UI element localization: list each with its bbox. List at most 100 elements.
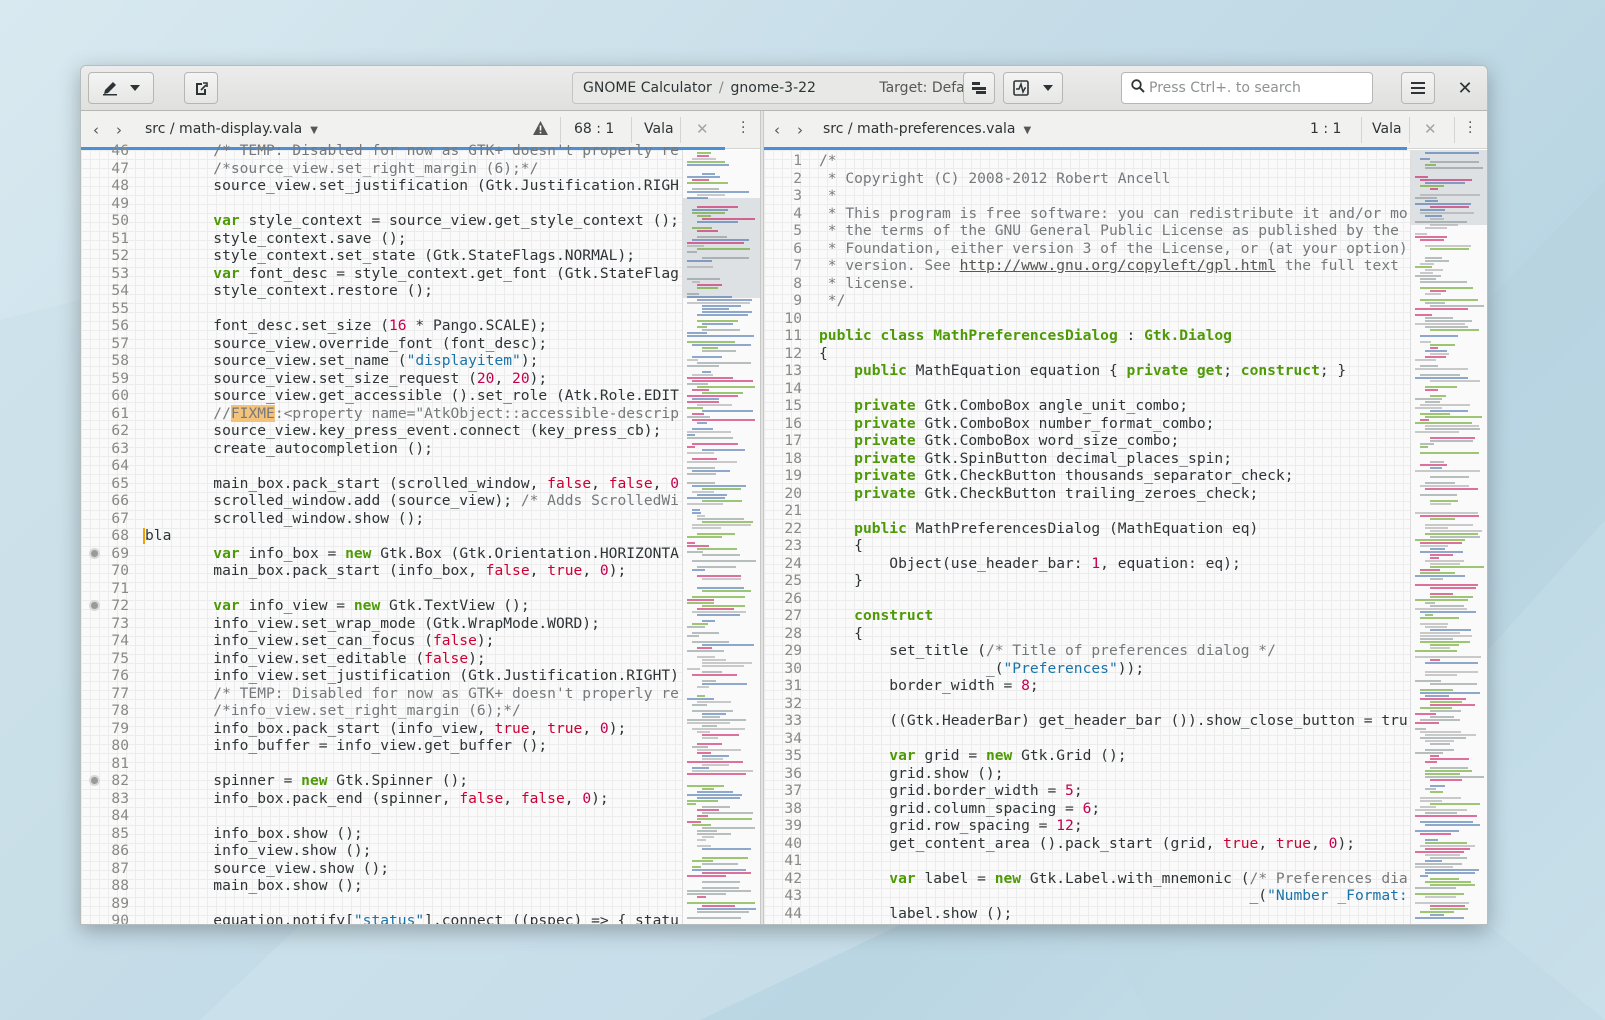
code-line[interactable]: 33 ((Gtk.HeaderBar) get_header_bar ()).s… <box>764 712 1487 730</box>
code-line[interactable]: 62 source_view.key_press_event.connect (… <box>81 422 760 440</box>
code-line[interactable]: 26 <box>764 590 1487 608</box>
code-line[interactable]: 30 _("Preferences")); <box>764 660 1487 678</box>
code-line[interactable]: 61 //FIXME:<property name="AtkObject::ac… <box>81 404 760 423</box>
code-line[interactable]: 52 style_context.set_state (Gtk.StateFla… <box>81 247 760 265</box>
code-line[interactable]: 42 var label = new Gtk.Label.with_mnemon… <box>764 870 1487 888</box>
right-code-editor[interactable]: 1/* 2 * Copyright (C) 2008-2012 Robert An… <box>764 150 1487 924</box>
diagnostic-marker-icon[interactable] <box>89 547 100 559</box>
cursor-position[interactable]: 68 : 1 <box>574 121 614 137</box>
code-line[interactable]: 90 equation.notify["status"].connect ((p… <box>81 912 760 924</box>
code-line[interactable]: 36 grid.show (); <box>764 765 1487 783</box>
language-indicator[interactable]: Vala <box>1372 121 1402 137</box>
code-line[interactable]: 22 public MathPreferencesDialog (MathEqu… <box>764 520 1487 538</box>
code-line[interactable]: 85 info_box.show (); <box>81 825 760 843</box>
code-line[interactable]: 28 { <box>764 625 1487 643</box>
code-line[interactable]: 7 * version. See http://www.gnu.org/copy… <box>764 257 1487 275</box>
code-line[interactable]: 86 info_view.show (); <box>81 842 760 860</box>
code-line[interactable]: 80 info_buffer = info_view.get_buffer ()… <box>81 737 760 755</box>
code-line[interactable]: 25 } <box>764 572 1487 590</box>
code-line[interactable]: 63 create_autocompletion (); <box>81 440 760 458</box>
forward-button[interactable]: › <box>797 121 803 139</box>
code-line[interactable]: 69 var info_box = new Gtk.Box (Gtk.Orien… <box>81 545 760 563</box>
code-line[interactable]: 34 <box>764 730 1487 748</box>
code-line[interactable]: 3 * <box>764 187 1487 205</box>
main-menu-button[interactable] <box>1401 72 1435 104</box>
project-bar[interactable]: GNOME Calculator / gnome-3-22 Target: De… <box>572 72 994 104</box>
code-line[interactable]: 83 info_box.pack_end (spinner, false, fa… <box>81 790 760 808</box>
code-line[interactable]: 19 private Gtk.CheckButton thousands_sep… <box>764 467 1487 485</box>
code-line[interactable]: 43 _("Number _Format: <box>764 887 1487 905</box>
code-line[interactable]: 70 main_box.pack_start (info_box, false,… <box>81 562 760 580</box>
code-line[interactable]: 87 source_view.show (); <box>81 860 760 878</box>
code-line[interactable]: 20 private Gtk.CheckButton trailing_zero… <box>764 485 1487 503</box>
window-close-button[interactable]: ✕ <box>1449 72 1481 104</box>
code-line[interactable]: 68 bla <box>81 527 760 545</box>
back-button[interactable]: ‹ <box>774 121 780 139</box>
export-button[interactable] <box>184 72 218 104</box>
search-input[interactable]: Press Ctrl+. to search <box>1121 72 1373 104</box>
code-line[interactable]: 9 */ <box>764 292 1487 310</box>
code-line[interactable]: 47 /*source_view.set_right_margin (6);*/ <box>81 160 760 178</box>
code-line[interactable]: 24 Object(use_header_bar: 1, equation: e… <box>764 555 1487 573</box>
code-line[interactable]: 41 <box>764 852 1487 870</box>
code-line[interactable]: 5 * the terms of the GNU General Public … <box>764 222 1487 240</box>
code-line[interactable]: 8 * license. <box>764 275 1487 293</box>
code-line[interactable]: 55 <box>81 300 760 318</box>
code-line[interactable]: 60 source_view.get_accessible ().set_rol… <box>81 387 760 405</box>
code-line[interactable]: 13 public MathEquation equation { privat… <box>764 362 1487 380</box>
language-indicator[interactable]: Vala <box>644 121 674 137</box>
code-line[interactable]: 48 source_view.set_justification (Gtk.Ju… <box>81 177 760 195</box>
code-line[interactable]: 6 * Foundation, either version 3 of the … <box>764 240 1487 258</box>
file-path-menu[interactable]: src / math-preferences.vala ▼ <box>823 121 1031 137</box>
code-line[interactable]: 38 grid.column_spacing = 6; <box>764 800 1487 818</box>
code-line[interactable]: 12 { <box>764 345 1487 363</box>
code-line[interactable]: 73 info_view.set_wrap_mode (Gtk.WrapMode… <box>81 615 760 633</box>
code-line[interactable]: 1 /* <box>764 152 1487 170</box>
forward-button[interactable]: › <box>116 121 122 139</box>
code-line[interactable]: 67 scrolled_window.show (); <box>81 510 760 528</box>
code-line[interactable]: 51 style_context.save (); <box>81 230 760 248</box>
code-line[interactable]: 27 construct <box>764 607 1487 625</box>
code-line[interactable]: 23 { <box>764 537 1487 555</box>
code-line[interactable]: 49 <box>81 195 760 213</box>
code-line[interactable]: 66 scrolled_window.add (source_view); /*… <box>81 492 760 510</box>
code-line[interactable]: 58 source_view.set_name ("displayitem"); <box>81 352 760 370</box>
code-line[interactable]: 50 var style_context = source_view.get_s… <box>81 212 760 230</box>
code-line[interactable]: 4 * This program is free software: you c… <box>764 205 1487 223</box>
code-line[interactable]: 71 <box>81 580 760 598</box>
code-line[interactable]: 72 var info_view = new Gtk.TextView (); <box>81 597 760 615</box>
code-line[interactable]: 57 source_view.override_font (font_desc)… <box>81 335 760 353</box>
code-line[interactable]: 2 * Copyright (C) 2008-2012 Robert Ancel… <box>764 170 1487 188</box>
code-line[interactable]: 78 /*info_view.set_right_margin (6);*/ <box>81 702 760 720</box>
code-line[interactable]: 88 main_box.show (); <box>81 877 760 895</box>
code-line[interactable]: 10 <box>764 310 1487 328</box>
diagnostic-marker-icon[interactable] <box>89 775 100 786</box>
code-line[interactable]: 65 main_box.pack_start (scrolled_window,… <box>81 475 760 493</box>
code-line[interactable]: 44 label.show (); <box>764 905 1487 923</box>
code-line[interactable]: 54 style_context.restore (); <box>81 282 760 300</box>
code-line[interactable]: 64 <box>81 457 760 475</box>
code-line[interactable]: 82 spinner = new Gtk.Spinner (); <box>81 772 760 790</box>
code-line[interactable]: 84 <box>81 807 760 825</box>
diagnostic-marker-icon[interactable] <box>89 600 100 611</box>
code-line[interactable]: 32 <box>764 695 1487 713</box>
more-icon[interactable]: · · · <box>741 116 745 140</box>
code-line[interactable]: 59 source_view.set_size_request (20, 20)… <box>81 370 760 388</box>
monitor-button[interactable] <box>1003 72 1063 104</box>
code-line[interactable]: 35 var grid = new Gtk.Grid (); <box>764 747 1487 765</box>
build-button[interactable] <box>963 72 995 104</box>
file-path-menu[interactable]: src / math-display.vala ▼ <box>145 121 318 137</box>
code-line[interactable]: 29 set_title (/* Title of preferences di… <box>764 642 1487 660</box>
code-line[interactable]: 15 private Gtk.ComboBox angle_unit_combo… <box>764 397 1487 415</box>
edit-mode-button[interactable] <box>88 72 154 104</box>
code-line[interactable]: 18 private Gtk.SpinButton decimal_places… <box>764 450 1487 468</box>
code-line[interactable]: 21 <box>764 502 1487 520</box>
code-line[interactable]: 46 /* TEMP: Disabled for now as GTK+ doe… <box>81 142 760 160</box>
code-line[interactable]: 75 info_view.set_editable (false); <box>81 650 760 668</box>
minimap[interactable] <box>1410 150 1487 924</box>
code-line[interactable]: 17 private Gtk.ComboBox word_size_combo; <box>764 432 1487 450</box>
code-line[interactable]: 81 <box>81 755 760 773</box>
code-line[interactable]: 16 private Gtk.ComboBox number_format_co… <box>764 415 1487 433</box>
code-line[interactable]: 40 get_content_area ().pack_start (grid,… <box>764 835 1487 853</box>
code-line[interactable]: 37 grid.border_width = 5; <box>764 782 1487 800</box>
